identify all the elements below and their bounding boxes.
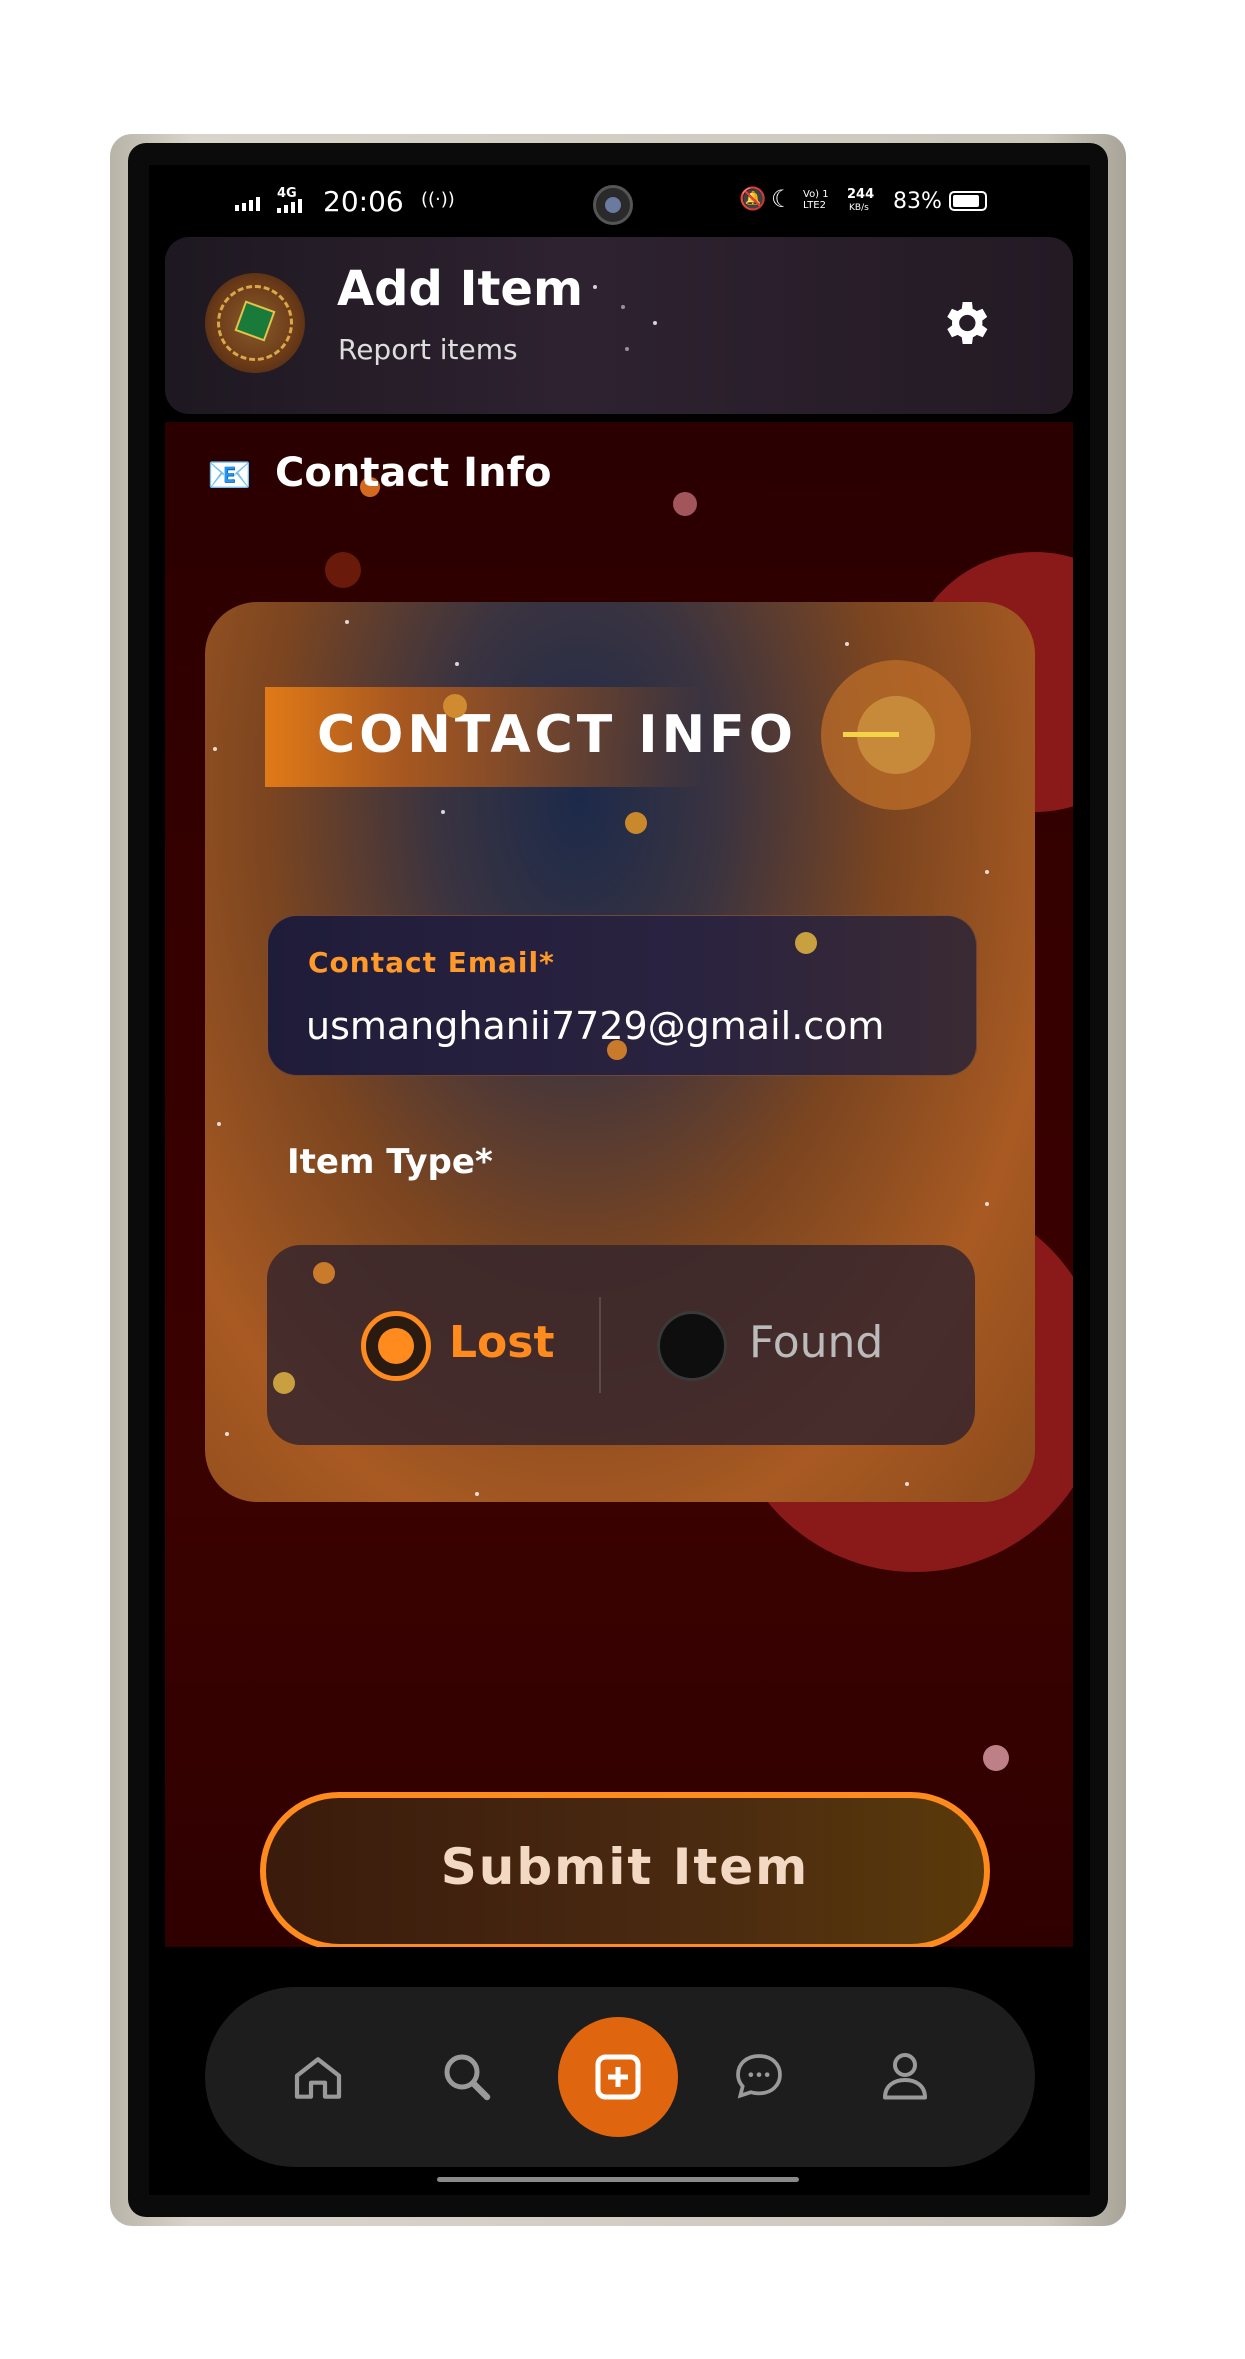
option-found-label[interactable]: Found	[749, 1317, 883, 1368]
chat-icon[interactable]	[731, 2049, 787, 2105]
home-icon[interactable]	[290, 2050, 346, 2106]
option-lost-label[interactable]: Lost	[449, 1317, 555, 1368]
profile-icon[interactable]	[875, 2045, 935, 2105]
signal-icon	[235, 197, 260, 211]
page-subtitle: Report items	[338, 333, 518, 366]
decor-dot	[443, 694, 467, 718]
clock: 20:06	[323, 185, 404, 218]
collapse-toggle[interactable]	[821, 660, 971, 810]
item-type-label: Item Type*	[287, 1142, 493, 1182]
speed-unit: KB/s	[849, 203, 869, 213]
radio-lost[interactable]	[361, 1311, 431, 1381]
content-area: 📧 Contact Info CONTACT INFO Contact Emai…	[165, 422, 1073, 1947]
submit-label: Submit Item	[440, 1838, 810, 1896]
battery-percent: 83%	[893, 189, 942, 214]
decor-dot	[273, 1372, 295, 1394]
signal-icon-2	[277, 199, 302, 213]
radio-found[interactable]	[657, 1311, 727, 1381]
decor-dot	[673, 492, 697, 516]
submit-button[interactable]: Submit Item	[260, 1792, 990, 1947]
volte-indicator: Vo) 1 LTE2	[803, 189, 829, 211]
moon-icon: ☾	[771, 185, 793, 213]
divider	[599, 1297, 601, 1393]
banner-title: CONTACT INFO	[317, 705, 797, 765]
section-title: Contact Info	[275, 450, 552, 496]
email-icon: 📧	[207, 455, 252, 496]
app-header: Add Item Report items	[165, 237, 1073, 414]
decor-dot	[625, 812, 647, 834]
leaf-crest-logo[interactable]	[205, 273, 305, 373]
mute-bell-icon: 🔕	[739, 187, 767, 212]
search-icon[interactable]	[437, 2047, 497, 2107]
plus-square-icon	[595, 2054, 641, 2100]
decor-dot	[325, 552, 361, 588]
add-icon[interactable]	[558, 2017, 678, 2137]
speed-value: 244	[847, 187, 875, 202]
front-camera	[593, 185, 633, 225]
page-title: Add Item	[337, 261, 583, 317]
battery-icon	[949, 191, 987, 211]
home-indicator[interactable]	[437, 2177, 799, 2182]
bottom-nav	[205, 1987, 1035, 2167]
email-value[interactable]: usmanghanii7729@gmail.com	[306, 1004, 884, 1048]
email-label: Contact Email*	[308, 946, 555, 979]
contact-card: CONTACT INFO Contact Email* usmanghanii7…	[205, 602, 1035, 1502]
status-bar: 4G 20:06 ((·)) 🔕 ☾ Vo) 1 LTE2 244 KB/s 8…	[149, 165, 1090, 235]
hotspot-icon: ((·))	[421, 189, 455, 210]
decor-dot	[313, 1262, 335, 1284]
item-type-selector: Lost Found	[267, 1245, 975, 1445]
gear-icon[interactable]	[937, 295, 993, 351]
decor-dot	[983, 1745, 1009, 1771]
decor-dot	[795, 932, 817, 954]
minus-icon	[843, 732, 899, 737]
decor-dot	[607, 1040, 627, 1060]
phone-screen: 4G 20:06 ((·)) 🔕 ☾ Vo) 1 LTE2 244 KB/s 8…	[149, 165, 1090, 2195]
